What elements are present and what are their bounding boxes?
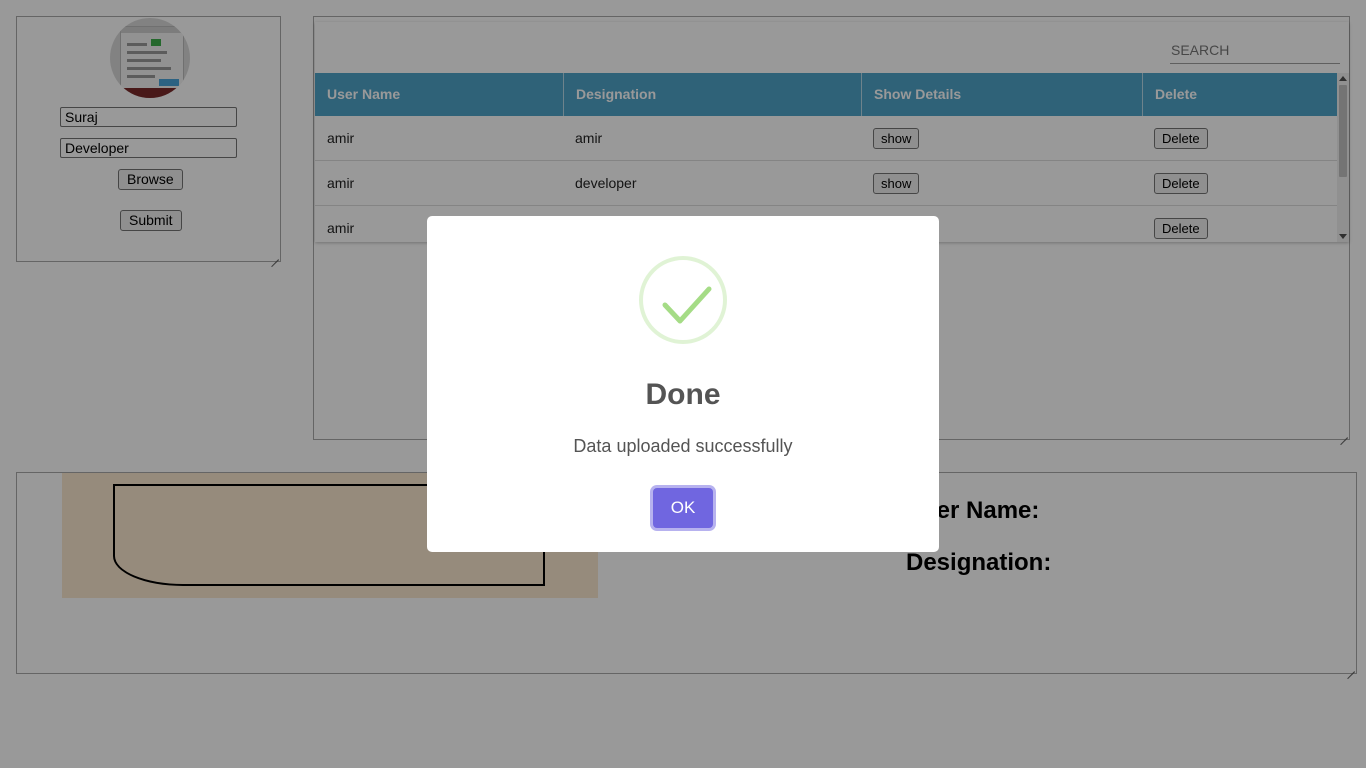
success-dialog: Done Data uploaded successfully OK — [427, 216, 939, 552]
dialog-title: Done — [645, 378, 721, 411]
ok-button[interactable]: OK — [653, 488, 713, 528]
dialog-message: Data uploaded successfully — [573, 436, 793, 456]
success-check-icon — [639, 256, 727, 344]
